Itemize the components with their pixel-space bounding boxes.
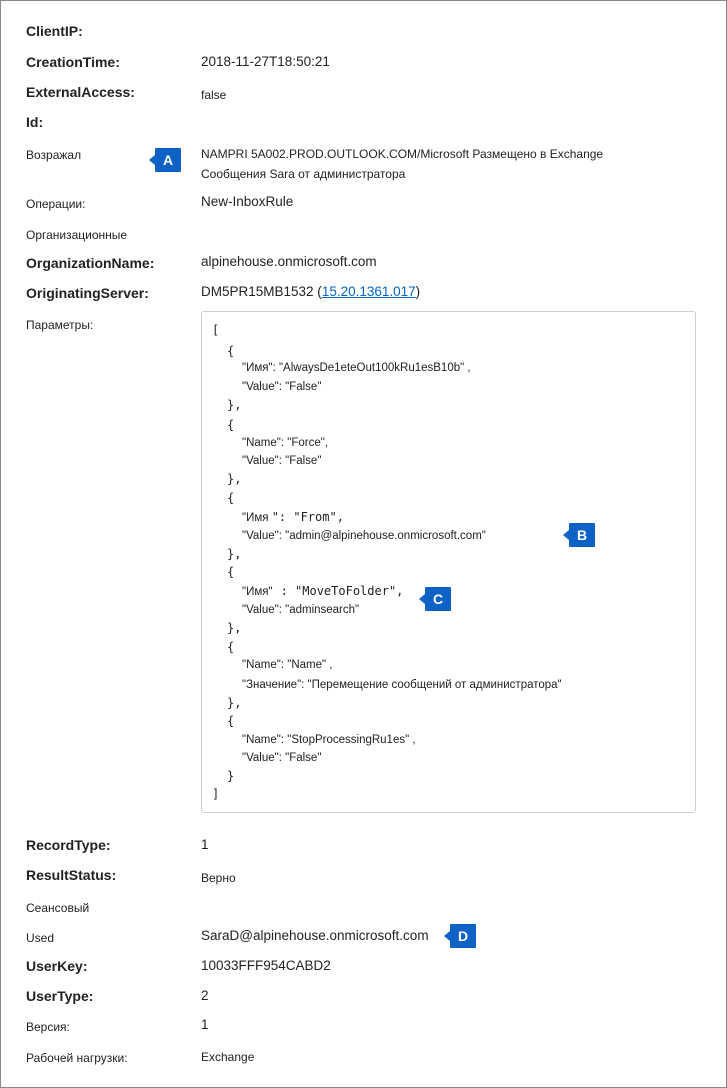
code-param-value: "Value": "admin@alpinehouse.onmicrosoft.… bbox=[242, 530, 486, 542]
code-brace: { bbox=[227, 565, 235, 579]
code-close-bracket: ] bbox=[212, 787, 220, 801]
code-param-value: "Value": "False" bbox=[242, 455, 322, 467]
code-brace: { bbox=[227, 491, 235, 505]
organizational-label: Организационные bbox=[26, 228, 128, 242]
code-brace: }, bbox=[227, 696, 242, 710]
external-access-label: ExternalAccess: bbox=[26, 84, 135, 100]
code-param-name: "Имя" : "MoveToFolder", bbox=[242, 584, 403, 598]
code-param-value: "Value": "False" bbox=[242, 752, 322, 764]
callout-d-badge: D bbox=[444, 924, 476, 948]
code-brace: { bbox=[227, 714, 235, 728]
code-param-name: "Имя ": "From", bbox=[242, 510, 344, 524]
callout-c-badge: C bbox=[419, 587, 451, 611]
code-open-bracket: [ bbox=[212, 323, 220, 337]
parameters-code-box: [ { "Имя": "AlwaysDe1eteOut100kRu1esB10b… bbox=[201, 311, 696, 813]
code-param-name: "Name": "Name" , bbox=[242, 659, 333, 671]
user-key-label: UserKey: bbox=[26, 958, 88, 974]
originating-server-text: DM5PR15MB1532 ( bbox=[201, 284, 322, 299]
organization-name-value: alpinehouse.onmicrosoft.com bbox=[201, 254, 377, 269]
operations-label: Операции: bbox=[26, 197, 86, 211]
result-status-label: ResultStatus: bbox=[26, 867, 117, 883]
version-label: Версия: bbox=[26, 1020, 70, 1034]
operations-value: New-InboxRule bbox=[201, 194, 294, 209]
code-brace: { bbox=[227, 640, 235, 654]
code-brace: }, bbox=[227, 472, 242, 486]
session-label: Сеансовый bbox=[26, 901, 90, 915]
version-value: 1 bbox=[201, 1017, 209, 1032]
originating-server-value: DM5PR15MB1532 (15.20.1361.017) bbox=[201, 284, 420, 299]
code-param-value: "Значение": "Перемещение сообщений от ад… bbox=[242, 679, 562, 691]
record-type-label: RecordType: bbox=[26, 837, 111, 853]
external-access-value: false bbox=[201, 88, 227, 102]
code-param-value: "Value": "False" bbox=[242, 381, 322, 393]
user-type-value: 2 bbox=[201, 988, 209, 1003]
code-param-value: "Value": "adminsearch" bbox=[242, 604, 360, 616]
objected-value-line2: Сообщения Sara от администратора bbox=[201, 167, 406, 181]
code-brace: { bbox=[227, 418, 235, 432]
code-name-rest: : "MoveToFolder", bbox=[280, 584, 404, 598]
objected-label: Возражал bbox=[26, 148, 82, 162]
code-name-key: "Имя" bbox=[242, 586, 273, 598]
code-param-name: "Имя": "AlwaysDe1eteOut100kRu1esB10b" , bbox=[242, 362, 471, 374]
code-brace: }, bbox=[227, 398, 242, 412]
originating-server-label: OriginatingServer: bbox=[26, 285, 149, 301]
user-type-label: UserType: bbox=[26, 988, 94, 1004]
code-brace: }, bbox=[227, 621, 242, 635]
id-label: Id: bbox=[26, 114, 44, 130]
code-brace: }, bbox=[227, 547, 242, 561]
code-brace: { bbox=[227, 344, 235, 358]
code-brace: } bbox=[227, 769, 235, 783]
callout-a-badge: A bbox=[149, 148, 181, 172]
parameters-label: Параметры: bbox=[26, 318, 94, 332]
code-param-name: "Name": "Force", bbox=[242, 437, 328, 449]
user-key-value: 10033FFF954CABD2 bbox=[201, 958, 331, 973]
creation-time-value: 2018-11-27T18:50:21 bbox=[201, 54, 330, 69]
record-type-value: 1 bbox=[201, 837, 209, 852]
originating-server-suffix: ) bbox=[415, 284, 421, 299]
creation-time-label: CreationTime: bbox=[26, 54, 120, 70]
client-ip-label: ClientIP: bbox=[26, 23, 83, 39]
workload-value: Exchange bbox=[201, 1050, 255, 1064]
objected-value-line1: NAMPRI 5A002.PROD.OUTLOOK.COM/Microsoft … bbox=[201, 147, 604, 161]
code-param-name: "Name": "StopProcessingRu1es" , bbox=[242, 734, 416, 746]
used-value: SaraD@alpinehouse.onmicrosoft.com bbox=[201, 928, 429, 943]
code-name-rest: ": "From", bbox=[271, 510, 344, 524]
used-label: Used bbox=[26, 931, 55, 945]
originating-server-version-link[interactable]: 15.20.1361.017 bbox=[322, 284, 416, 299]
workload-label: Рабочей нагрузки: bbox=[26, 1051, 128, 1065]
organization-name-label: OrganizationName: bbox=[26, 255, 155, 271]
result-status-value: Верно bbox=[201, 871, 236, 885]
code-name-key: "Имя bbox=[242, 512, 272, 524]
callout-b-badge: B bbox=[563, 523, 595, 547]
